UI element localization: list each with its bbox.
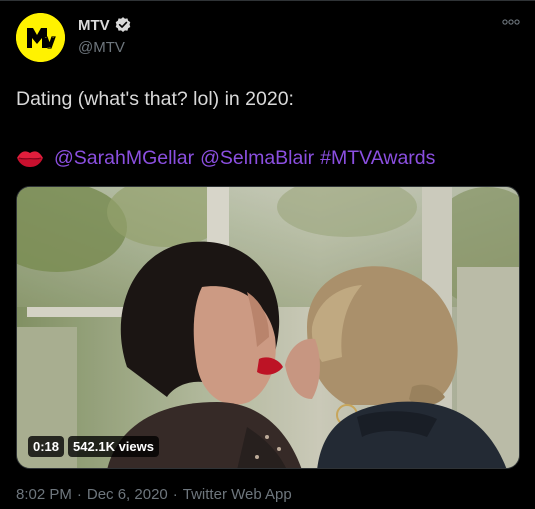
- avatar[interactable]: [16, 13, 65, 62]
- meta-separator: ·: [172, 486, 178, 503]
- hashtag-link[interactable]: #MTVAwards: [320, 144, 435, 172]
- mention-link[interactable]: @SelmaBlair: [200, 144, 314, 172]
- tweet-text: Dating (what's that? lol) in 2020:: [16, 88, 294, 110]
- video-player[interactable]: [16, 186, 520, 469]
- username-handle[interactable]: @MTV: [78, 39, 125, 56]
- kiss-lips-icon: [17, 151, 43, 167]
- video-badges: 0:18 542.1K views: [28, 436, 163, 457]
- meta-separator: ·: [76, 486, 82, 503]
- tweet-date[interactable]: Dec 6, 2020: [87, 486, 168, 503]
- tweet-time[interactable]: 8:02 PM: [16, 486, 72, 503]
- tweet-mentions-line: @SarahMGellar @SelmaBlair #MTVAwards: [16, 144, 435, 172]
- author-name-row[interactable]: MTV: [78, 15, 132, 35]
- mention-link[interactable]: @SarahMGellar: [54, 144, 194, 172]
- display-name[interactable]: MTV: [78, 17, 110, 34]
- video-thumbnail: [17, 187, 519, 468]
- video-duration-badge: 0:18: [28, 436, 65, 457]
- more-options-icon[interactable]: [501, 17, 521, 27]
- tweet-card: MTV @MTV Dating (what's that? lol) in 20…: [0, 0, 535, 509]
- verified-badge-icon: [115, 17, 130, 32]
- mtv-logo-icon: [16, 13, 65, 62]
- tweet-source[interactable]: Twitter Web App: [183, 486, 292, 503]
- video-views-badge: 542.1K views: [68, 436, 159, 457]
- tweet-meta: 8:02 PM · Dec 6, 2020 · Twitter Web App: [16, 486, 292, 503]
